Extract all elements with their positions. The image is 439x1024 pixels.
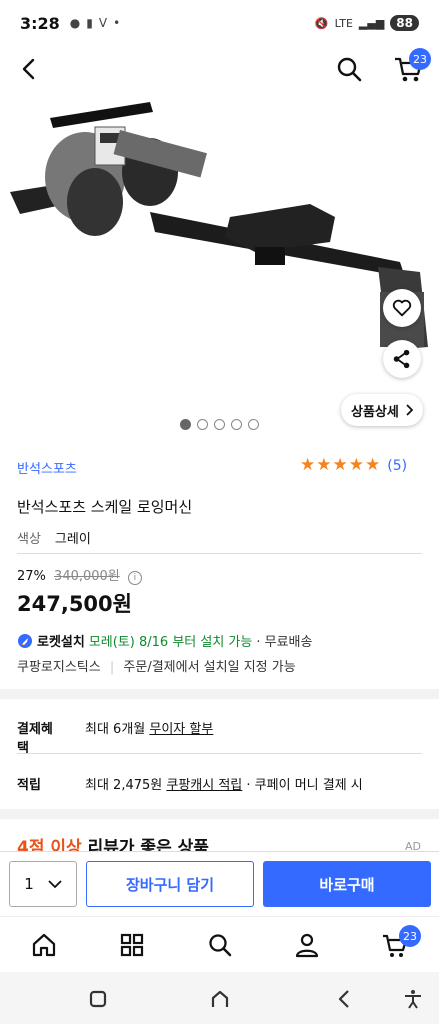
option-key: 색상: [17, 532, 41, 547]
accessibility-icon[interactable]: [402, 988, 424, 1010]
payment-benefit-row: 결제혜택 최대 6개월 무이자 할부: [17, 718, 213, 756]
nav-cart-count-badge: 23: [399, 925, 421, 947]
points-prefix: 최대 2,475원: [85, 778, 167, 793]
product-detail-label: 상품상세: [351, 404, 399, 420]
points-benefit-row: 적립 최대 2,475원 쿠팡캐시 적립 · 쿠페이 머니 결제 시: [17, 774, 363, 793]
search-icon[interactable]: [206, 931, 234, 959]
separator: |: [109, 660, 115, 675]
battery-level: 88: [390, 15, 419, 31]
pagination-dot[interactable]: [197, 419, 208, 430]
free-delivery: · 무료배송: [256, 635, 313, 650]
divider: [17, 753, 422, 754]
option-value: 그레이: [54, 532, 91, 547]
review-count[interactable]: (5): [387, 458, 407, 474]
original-price: 340,000원: [54, 569, 120, 584]
image-pagination: [180, 419, 259, 430]
home-icon[interactable]: [30, 931, 58, 959]
pagination-dot[interactable]: [231, 419, 242, 430]
share-icon: [393, 349, 410, 369]
status-bar: 3:28 ● ▮ V • 🔇 LTE ▂▄▆ 88: [0, 0, 439, 46]
wishlist-button[interactable]: [383, 289, 421, 327]
payment-benefit-value: 최대 6개월 무이자 할부: [85, 718, 213, 756]
delivery-info: 로켓설치 모레(토) 8/16 부터 설치 가능 · 무료배송: [17, 631, 312, 650]
mute-icon: 🔇: [314, 16, 329, 30]
system-icons: 🔇 LTE ▂▄▆ 88: [315, 15, 419, 31]
product-detail-button[interactable]: 상품상세: [341, 394, 423, 426]
search-icon[interactable]: [334, 54, 364, 84]
cart-count-badge: 23: [409, 48, 431, 70]
rating[interactable]: ★ ★ ★ ★ ★ (5): [300, 457, 407, 474]
pagination-dot[interactable]: [214, 419, 225, 430]
back-icon[interactable]: [14, 54, 44, 84]
dot-icon: •: [113, 16, 121, 30]
star-icon: ★: [365, 455, 381, 475]
signal-icon: ▂▄▆: [358, 16, 385, 30]
discount-rate: 27%: [17, 569, 46, 584]
section-divider: [0, 689, 439, 699]
star-icon: ★: [332, 455, 348, 475]
divider: [17, 553, 422, 554]
star-icon: ★: [348, 455, 364, 475]
vo-icon: V: [98, 16, 108, 30]
category-icon[interactable]: [118, 931, 146, 959]
chevron-down-icon: [48, 879, 62, 888]
buy-now-button[interactable]: 바로구매: [263, 861, 431, 907]
home-button-icon[interactable]: [209, 988, 231, 1010]
system-back-icon[interactable]: [333, 988, 355, 1010]
status-time: 3:28: [20, 13, 60, 33]
notification-icons: ● ▮ V •: [70, 16, 120, 30]
talk-icon: ●: [69, 16, 81, 30]
rocket-icon: [18, 633, 32, 648]
sale-price: 247,500원: [17, 592, 132, 616]
price-info: 27% 340,000원 i: [17, 565, 142, 585]
app-header: [0, 46, 439, 92]
coupang-cash-link[interactable]: 쿠팡캐시 적립: [166, 778, 242, 793]
star-icon: ★: [300, 455, 316, 475]
install-note: 주문/결제에서 설치일 지정 가능: [123, 660, 296, 675]
installment-link[interactable]: 무이자 할부: [149, 722, 213, 737]
brand-link[interactable]: 반석스포츠: [17, 458, 77, 477]
option-row: 색상 그레이: [17, 528, 91, 547]
points-suffix: · 쿠페이 머니 결제 시: [242, 778, 363, 793]
mypage-icon[interactable]: [293, 931, 321, 959]
chevron-right-icon: [406, 404, 413, 416]
logistics-info: 쿠팡로지스틱스 | 주문/결제에서 설치일 지정 가능: [17, 656, 296, 675]
add-to-cart-button[interactable]: 장바구니 담기: [86, 861, 254, 907]
points-key: 적립: [17, 778, 41, 793]
quantity-value: 1: [24, 875, 34, 893]
star-icon: ★: [316, 455, 332, 475]
pagination-dot[interactable]: [180, 419, 191, 430]
info-icon[interactable]: i: [127, 571, 142, 585]
purchase-bar: 1 장바구니 담기 바로구매: [0, 851, 439, 915]
system-navigation-bar: [0, 972, 439, 1024]
pagination-dot[interactable]: [248, 419, 259, 430]
recent-apps-icon[interactable]: [87, 988, 109, 1010]
section-divider: [0, 809, 439, 819]
logistics-label: 쿠팡로지스틱스: [17, 660, 101, 675]
payment-prefix: 최대 6개월: [85, 722, 150, 737]
rocket-install-label: 로켓설치: [37, 635, 85, 650]
vibrate-icon: ▮: [86, 16, 93, 30]
heart-icon: [392, 299, 412, 317]
share-button[interactable]: [383, 340, 421, 378]
product-image[interactable]: [0, 92, 439, 412]
payment-benefit-key: 결제혜택: [17, 722, 53, 756]
quantity-select[interactable]: 1: [9, 861, 77, 907]
product-title: 반석스포츠 스케일 로잉머신: [17, 498, 193, 516]
points-value: 최대 2,475원 쿠팡캐시 적립 · 쿠페이 머니 결제 시: [85, 774, 363, 793]
network-label: LTE: [334, 16, 353, 30]
delivery-date: 모레(토) 8/16 부터 설치 가능: [88, 635, 253, 650]
bottom-nav: 23: [0, 916, 439, 972]
